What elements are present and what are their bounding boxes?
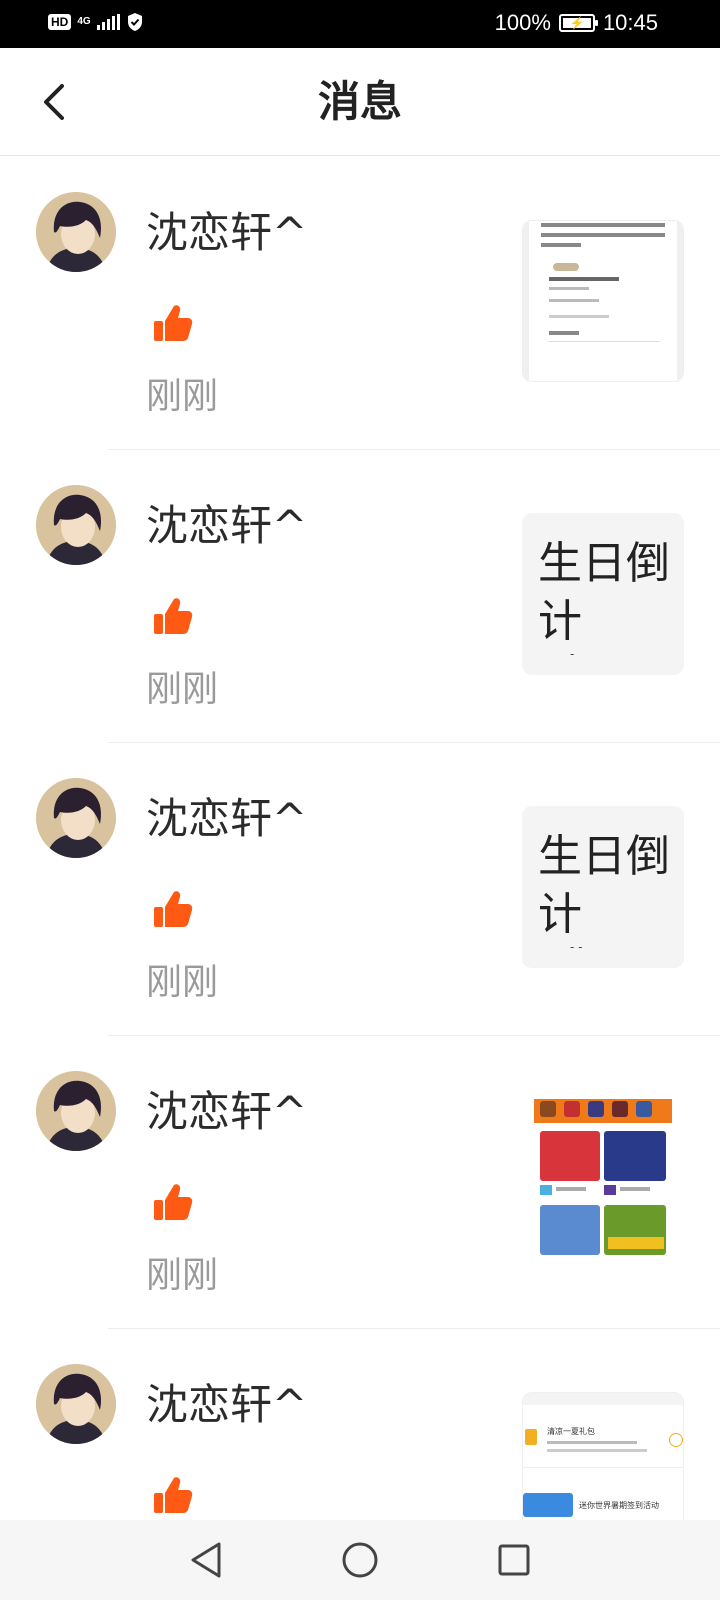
username[interactable]: 沈恋轩^: [146, 205, 307, 261]
clock: 10:45: [603, 10, 658, 36]
thumbnail-dash: -: [570, 647, 574, 661]
hd-badge: HD: [48, 14, 71, 30]
username[interactable]: 沈恋轩^: [146, 791, 307, 847]
nav-back-button[interactable]: [184, 1538, 228, 1582]
status-right: 100% ⚡ 10:45: [495, 10, 658, 36]
list-item[interactable]: 沈恋轩^ 刚刚: [0, 1036, 720, 1329]
message-list[interactable]: 沈恋轩^ 刚刚: [0, 157, 720, 1622]
nav-home-button[interactable]: [338, 1538, 382, 1582]
post-thumbnail[interactable]: [522, 1099, 684, 1261]
event-title: 迷你世界暑期签到活动: [579, 1501, 659, 1511]
avatar[interactable]: [36, 1071, 116, 1151]
list-item[interactable]: 沈恋轩^ 刚刚: [0, 157, 720, 450]
thumbnail-text: 生日倒计: [538, 828, 678, 944]
list-item[interactable]: 沈恋轩^ 刚刚 生日倒计 -: [0, 450, 720, 743]
nav-recents-button[interactable]: [492, 1538, 536, 1582]
thumbs-up-icon: [152, 303, 194, 345]
battery-percent: 100%: [495, 10, 551, 36]
list-item[interactable]: 沈恋轩^ 刚刚 生日倒计 - -: [0, 743, 720, 1036]
thumbs-up-icon: [152, 889, 194, 931]
triangle-back-icon: [189, 1541, 223, 1579]
thumbs-up-icon: [152, 596, 194, 638]
timestamp: 刚刚: [146, 1254, 218, 1298]
thumbnail-text: 生日倒计: [538, 535, 678, 651]
page-title: 消息: [0, 74, 720, 130]
system-nav-bar: [0, 1520, 720, 1600]
avatar[interactable]: [36, 778, 116, 858]
timestamp: 刚刚: [146, 375, 218, 419]
shield-icon: [126, 12, 144, 32]
thumbs-up-icon: [152, 1475, 194, 1517]
post-thumbnail[interactable]: [522, 220, 684, 382]
post-thumbnail[interactable]: 生日倒计 -: [522, 513, 684, 675]
avatar[interactable]: [36, 485, 116, 565]
post-thumbnail[interactable]: 生日倒计 - -: [522, 806, 684, 968]
square-recents-icon: [497, 1543, 531, 1577]
network-type: 4G: [77, 17, 90, 27]
avatar[interactable]: [36, 1364, 116, 1444]
thumbs-up-icon: [152, 1182, 194, 1224]
timestamp: 刚刚: [146, 668, 218, 712]
timestamp: 刚刚: [146, 961, 218, 1005]
battery-icon: ⚡: [559, 14, 595, 32]
username[interactable]: 沈恋轩^: [146, 498, 307, 554]
app-header: 消息: [0, 48, 720, 156]
gift-title: 清凉一夏礼包: [547, 1427, 595, 1437]
signal-icon: [97, 14, 120, 30]
status-bar: HD 4G 100% ⚡ 10:45: [0, 0, 720, 48]
avatar[interactable]: [36, 192, 116, 272]
username[interactable]: 沈恋轩^: [146, 1377, 307, 1433]
circle-home-icon: [341, 1541, 379, 1579]
status-left: HD 4G: [48, 12, 144, 32]
thumbnail-dash: - -: [570, 940, 582, 954]
username[interactable]: 沈恋轩^: [146, 1084, 307, 1140]
